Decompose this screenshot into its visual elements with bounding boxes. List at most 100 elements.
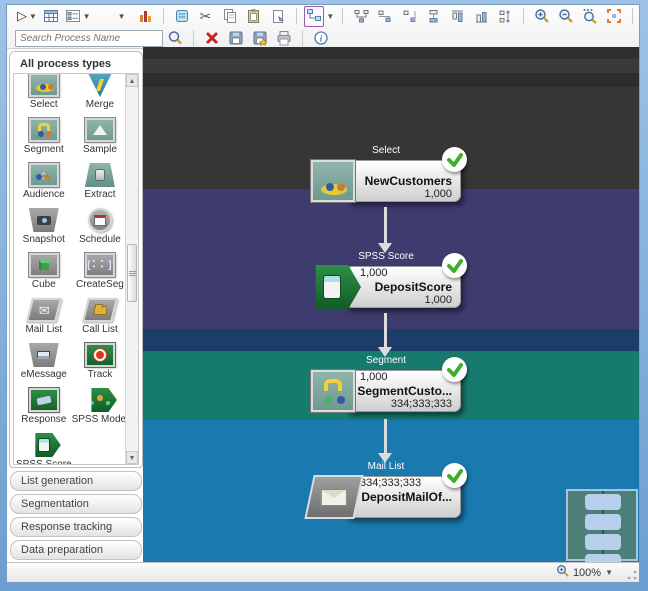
palette-item-segment[interactable]: Segment [16, 112, 72, 157]
palette-item-cube[interactable]: Cube [16, 247, 72, 292]
extract-icon [84, 163, 115, 187]
scroll-down-icon[interactable]: ▼ [126, 451, 138, 464]
run-button[interactable]: ▷ ▼ [17, 6, 37, 26]
select-node-icon [310, 159, 356, 203]
palette-item-track[interactable]: Track [72, 337, 129, 382]
node-name: NewCustomers [364, 174, 452, 188]
track-icon [83, 342, 116, 368]
success-check-icon [442, 253, 467, 278]
search-input[interactable] [15, 29, 163, 47]
canvas-band [143, 73, 639, 87]
save-button[interactable] [226, 28, 246, 48]
palette-header: All process types [20, 58, 112, 70]
zoom-level-label[interactable]: 100% [573, 567, 601, 579]
paste-button[interactable] [244, 6, 264, 26]
status-bar: 100% ▼ [7, 562, 639, 582]
save-as-button[interactable] [250, 28, 270, 48]
resize-grip[interactable] [627, 570, 637, 580]
palette-scrollbar[interactable]: ▲ ▼ [125, 74, 138, 464]
search-icon[interactable] [165, 28, 185, 48]
distribute-vertical-button[interactable] [495, 6, 515, 26]
add-note-button[interactable] [268, 6, 288, 26]
cut-button[interactable]: ✂ [196, 6, 216, 26]
merge-icon [87, 74, 112, 97]
minimap-overview[interactable] [566, 489, 638, 562]
fit-to-view-button[interactable] [604, 6, 624, 26]
accordion-segmentation[interactable]: Segmentation [10, 494, 142, 514]
palette-item-emessage[interactable]: eMessage [16, 337, 72, 382]
print-button[interactable] [274, 28, 294, 48]
options-dropdown[interactable]: ▼ [111, 6, 131, 26]
palette-item-snapshot[interactable]: Snapshot [16, 202, 72, 247]
process-palette: All process types Select Merge Segment S… [9, 51, 143, 562]
accordion-list-generation[interactable]: List generation [10, 471, 142, 491]
accordion-data-preparation[interactable]: Data preparation [10, 540, 142, 560]
mail-list-node-icon [304, 475, 364, 519]
schedule-icon [87, 208, 112, 232]
table-view-button[interactable] [41, 6, 61, 26]
align-bottom-button[interactable] [471, 6, 491, 26]
palette-grid: Select Merge Segment Sample ⌂ Audience E… [14, 74, 138, 464]
cube-icon [27, 252, 60, 278]
palette-item-spss-score[interactable]: SPSS Score [16, 427, 72, 464]
node-type-label: Select [372, 145, 400, 156]
zoom-indicator-icon[interactable] [556, 564, 569, 582]
toolbar-row-2: i [7, 27, 639, 49]
application-window: ▷ ▼ ▼ ▼ ✂ ▼ Search Process Name i All pr… [0, 0, 648, 591]
node-type-label: SPSS Score [358, 251, 414, 262]
call-list-icon [81, 298, 118, 322]
palette-item-select[interactable]: Select [16, 74, 72, 112]
connector-arrow [378, 419, 392, 463]
info-button[interactable]: i [311, 28, 331, 48]
select-icon [27, 74, 60, 98]
createseg-icon: [⠅⠅] [83, 252, 116, 278]
scrollbar-thumb[interactable] [127, 244, 137, 302]
node-type-label: Segment [365, 355, 407, 366]
node-name: DepositScore [374, 280, 452, 294]
palette-item-spss-model[interactable]: SPSS Model [72, 382, 128, 427]
connector-arrow [378, 313, 392, 357]
palette-panel: All process types Select Merge Segment S… [9, 51, 143, 468]
zoom-out-button[interactable] [556, 6, 576, 26]
response-icon [27, 387, 60, 413]
zoom-in-button[interactable] [532, 6, 552, 26]
process-node-depositmailoffer[interactable]: Mail List 334;333;333 DepositMailOf... [304, 461, 467, 520]
reports-chart-button[interactable] [135, 6, 155, 26]
minimap-node [585, 494, 621, 510]
node-output-count: 1,000 [424, 294, 452, 306]
node-name: DepositMailOf... [361, 490, 452, 504]
palette-item-schedule[interactable]: Schedule [72, 202, 129, 247]
canvas-band [143, 47, 639, 59]
copy-button[interactable] [220, 6, 240, 26]
align-left-button[interactable] [375, 6, 395, 26]
palette-item-audience[interactable]: ⌂ Audience [16, 157, 72, 202]
accordion-response-tracking[interactable]: Response tracking [10, 517, 142, 537]
properties-list-button[interactable]: ▼ [65, 6, 91, 26]
zoom-custom-button[interactable] [580, 6, 600, 26]
palette-item-mail-list[interactable]: ✉ Mail List [16, 292, 72, 337]
align-right-button[interactable] [399, 6, 419, 26]
segment-icon [27, 117, 60, 143]
flowchart-view-button[interactable]: ▼ [304, 5, 334, 27]
spss-score-icon [35, 433, 61, 457]
process-node-segmentcustomers[interactable]: Segment 1,000 SegmentCusto... 334;333;33… [310, 355, 467, 414]
palette-item-extract[interactable]: Extract [72, 157, 129, 202]
toolbar: ▷ ▼ ▼ ▼ ✂ ▼ Search Process Name i [7, 5, 639, 49]
palette-item-createseg[interactable]: [⠅⠅] CreateSeg [72, 247, 129, 292]
align-top-button[interactable] [447, 6, 467, 26]
delete-button[interactable] [202, 28, 222, 48]
layout-hierarchy-button[interactable] [351, 6, 371, 26]
palette-item-sample[interactable]: Sample [72, 112, 129, 157]
zoom-dropdown-icon[interactable]: ▼ [605, 568, 613, 577]
process-box-button[interactable] [172, 6, 192, 26]
palette-item-call-list[interactable]: Call List [72, 292, 129, 337]
scroll-up-icon[interactable]: ▲ [126, 74, 138, 87]
process-node-depositscore[interactable]: SPSS Score 1,000 DepositScore 1,000 [311, 251, 467, 310]
toolbar-separator [302, 30, 303, 46]
flowchart-canvas[interactable]: Select NewCustomers 1,000 SPSS Score 1,0… [143, 47, 639, 562]
palette-item-response[interactable]: Response [16, 382, 72, 427]
palette-item-merge[interactable]: Merge [72, 74, 129, 112]
node-name: SegmentCusto... [357, 384, 452, 398]
process-node-newcustomers[interactable]: Select NewCustomers 1,000 [310, 145, 467, 204]
align-center-button[interactable] [423, 6, 443, 26]
